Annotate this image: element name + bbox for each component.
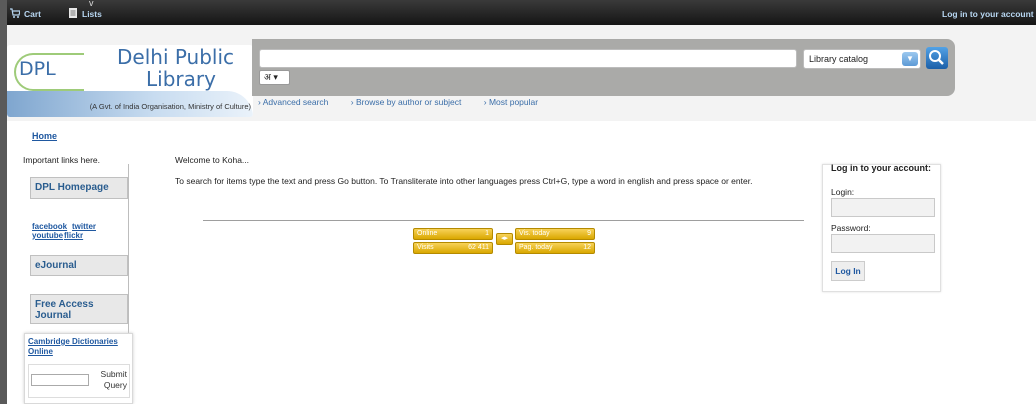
catalog-select-value: Library catalog [809, 54, 869, 64]
password-field[interactable] [831, 234, 935, 253]
ejournal-button[interactable]: eJournal [30, 255, 128, 276]
visits-value: 62 411 [468, 244, 489, 251]
login-link[interactable]: Log in to your account [942, 9, 1034, 19]
cambridge-link[interactable]: Cambridge Dictionaries Online [28, 337, 128, 357]
visits-counter: Visits 62 411 [413, 242, 493, 254]
login-button[interactable]: Log In [831, 261, 865, 281]
stats-counter-icon[interactable]: ◂▸ [496, 233, 513, 245]
submit-query-button[interactable]: Submit Query [93, 369, 127, 391]
lists-link[interactable]: Lists [82, 9, 102, 19]
visits-label: Visits [417, 244, 434, 251]
advanced-search-link[interactable]: › Advanced search [258, 97, 338, 107]
search-go-button[interactable] [926, 47, 948, 69]
top-toolbar: v Cart Lists Log in to your account [0, 0, 1036, 25]
advanced-search-label: Advanced search [262, 97, 329, 107]
logo-title-line1: Delhi Public [117, 45, 235, 69]
dpl-homepage-button[interactable]: DPL Homepage [30, 177, 128, 199]
pages-today-value: 12 [583, 244, 591, 251]
left-frame-border [0, 0, 7, 404]
twitter-link[interactable]: twitter [72, 222, 96, 231]
breadcrumb-home[interactable]: Home [32, 131, 57, 141]
dictionary-query-input[interactable] [31, 374, 89, 386]
chevron-down-icon: ▼ [902, 52, 918, 66]
login-title: Log in to your account: [831, 163, 931, 173]
dpl-logo-text: DPL [19, 58, 56, 80]
welcome-text: Welcome to Koha... [175, 155, 250, 165]
online-counter: Online 1 [413, 228, 493, 240]
caret-indicator: v [89, 0, 94, 8]
login-label: Login: [831, 187, 855, 197]
youtube-link[interactable]: youtube [32, 231, 63, 240]
search-icon [929, 50, 944, 65]
most-popular-label: Most popular [488, 97, 539, 107]
transliterate-button[interactable]: अ ▾ [259, 70, 290, 85]
sidebar-note: Important links here. [23, 155, 101, 165]
lists-icon [69, 8, 77, 18]
most-popular-link[interactable]: › Most popular [484, 97, 548, 107]
cart-link[interactable]: Cart [24, 9, 41, 19]
visits-today-counter: Vis. today 9 [515, 228, 595, 240]
login-field[interactable] [831, 198, 935, 217]
logo-subtitle: (A Gvt. of India Organisation, Ministry … [89, 102, 251, 111]
pages-today-label: Pag. today [519, 244, 553, 251]
transliterate-label: अ [264, 72, 271, 82]
logo-title-line2: Library [146, 67, 216, 91]
flickr-link[interactable]: flickr [64, 231, 83, 240]
library-logo[interactable]: DPL Delhi Public Library (A Gvt. of Indi… [7, 45, 253, 117]
cart-icon [10, 8, 20, 18]
password-label: Password: [831, 223, 871, 233]
browse-label: Browse by author or subject [356, 97, 462, 107]
visits-today-label: Vis. today [519, 230, 550, 237]
free-access-journal-button[interactable]: Free Access Journal [30, 294, 128, 324]
search-sublinks: › Advanced search › Browse by author or … [258, 97, 558, 107]
browse-link[interactable]: › Browse by author or subject [351, 97, 472, 107]
chevron-down-icon: ▾ [273, 72, 278, 82]
online-label: Online [417, 230, 438, 237]
facebook-link[interactable]: facebook [32, 222, 67, 231]
pages-today-counter: Pag. today 12 [515, 242, 595, 254]
content-divider [203, 220, 804, 221]
search-instructions: To search for items type the text and pr… [175, 176, 753, 186]
visits-today-value: 9 [587, 230, 591, 237]
online-value: 1 [485, 230, 489, 237]
catalog-select[interactable]: Library catalog ▼ [803, 49, 921, 69]
search-input[interactable] [259, 49, 797, 68]
